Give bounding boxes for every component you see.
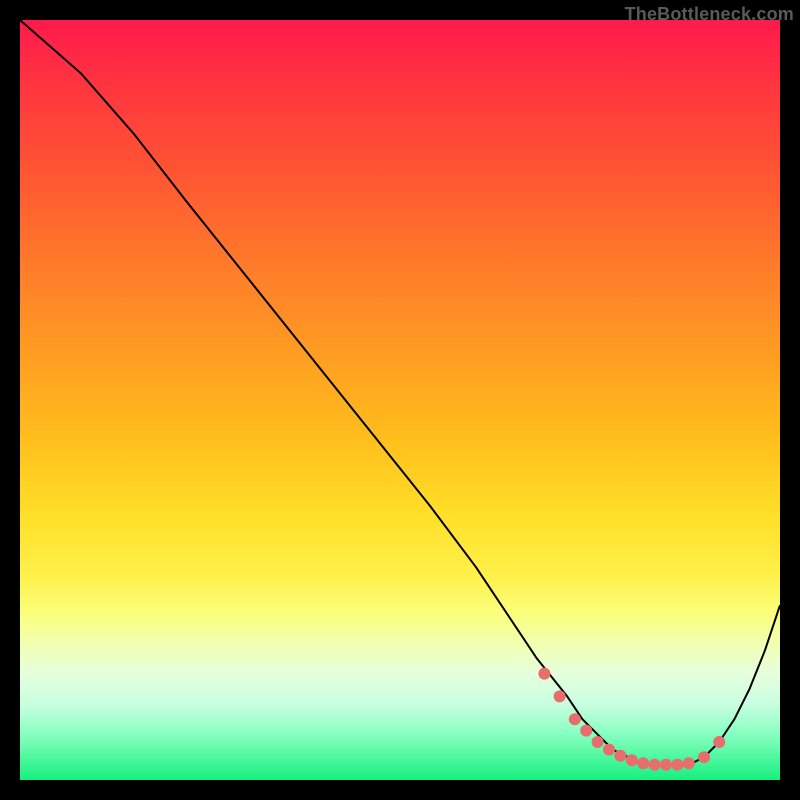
chart-curve: [20, 20, 780, 765]
chart-marker: [713, 736, 725, 748]
watermark-text: TheBottleneck.com: [625, 4, 794, 25]
chart-stage: TheBottleneck.com: [0, 0, 800, 800]
chart-marker: [660, 759, 672, 771]
chart-marker: [538, 668, 550, 680]
chart-marker: [603, 744, 615, 756]
chart-marker: [637, 757, 649, 769]
chart-marker: [698, 751, 710, 763]
chart-curve-layer: [20, 20, 780, 780]
chart-marker: [626, 754, 638, 766]
chart-marker: [671, 759, 683, 771]
chart-plot-area: [20, 20, 780, 780]
chart-marker: [649, 759, 661, 771]
chart-marker: [614, 750, 626, 762]
chart-marker: [580, 725, 592, 737]
chart-markers: [538, 668, 725, 771]
chart-marker: [569, 713, 581, 725]
chart-marker: [683, 757, 695, 769]
chart-marker: [554, 690, 566, 702]
chart-marker: [592, 736, 604, 748]
